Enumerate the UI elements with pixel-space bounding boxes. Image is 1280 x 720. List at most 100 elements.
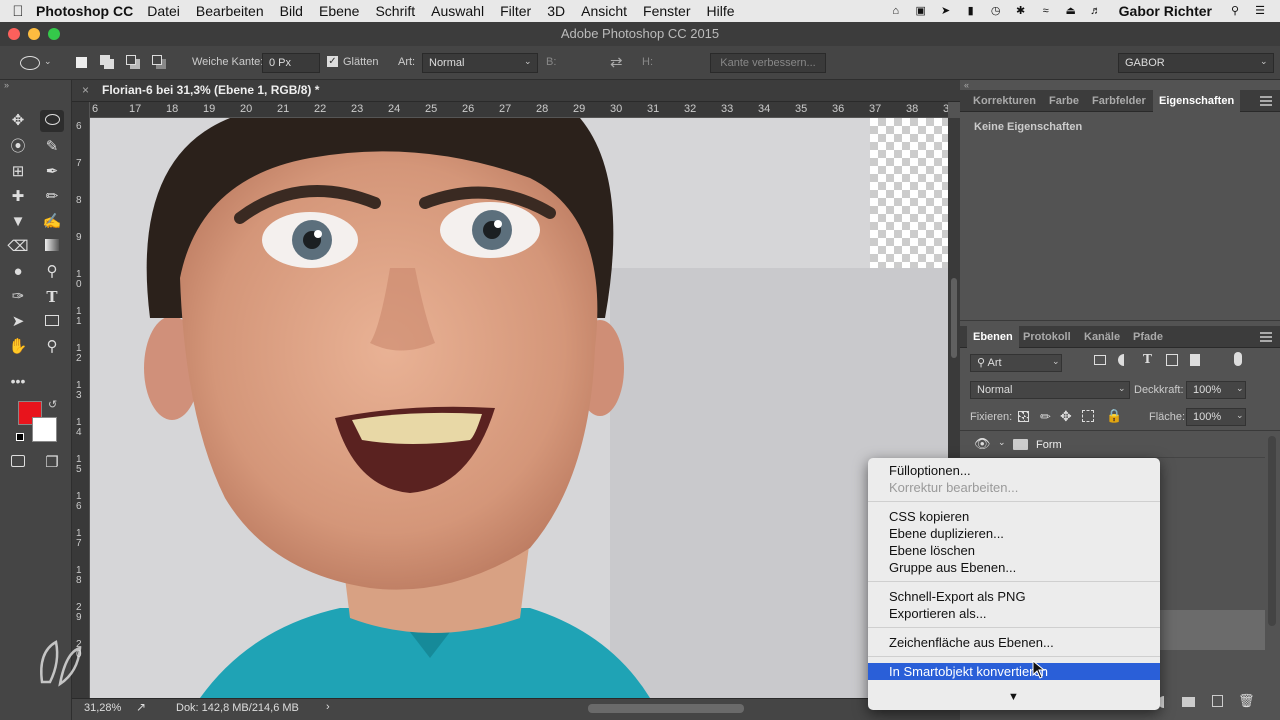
new-group-icon[interactable] [1182, 697, 1195, 707]
filter-shape-icon[interactable] [1166, 354, 1178, 366]
menu-datei[interactable]: Datei [147, 3, 180, 19]
menu-item-gruppe-aus-ebenen[interactable]: Gruppe aus Ebenen... [868, 559, 1160, 576]
document-tab[interactable]: × Florian-6 bei 31,3% (Ebene 1, RGB/8) * [80, 80, 327, 102]
tab-eigenschaften[interactable]: Eigenschaften [1153, 90, 1241, 112]
path-selection-tool-icon[interactable]: ➤ [6, 311, 30, 333]
eraser-tool-icon[interactable]: ⌫ [6, 236, 30, 258]
quick-mask-icon[interactable] [6, 452, 30, 474]
style-select[interactable]: Normal [422, 53, 538, 73]
time-machine-icon[interactable]: ◷ [988, 5, 1004, 17]
default-colors-icon[interactable] [16, 433, 24, 441]
new-selection-icon[interactable] [76, 57, 87, 68]
filter-adjustment-icon[interactable] [1118, 354, 1130, 366]
zoom-window-button[interactable] [48, 28, 60, 40]
menu-ansicht[interactable]: Ansicht [581, 3, 627, 19]
lasso-tool-icon[interactable]: ⦿ [6, 136, 30, 158]
scroll-down-arrow-icon[interactable]: ▼ [1008, 691, 1019, 703]
filter-pixel-icon[interactable] [1094, 355, 1106, 365]
properties-menu-icon[interactable] [1260, 96, 1272, 106]
home-icon[interactable]: ⌂ [888, 5, 904, 17]
forward-icon[interactable]: ➤ [938, 5, 954, 17]
healing-brush-tool-icon[interactable]: ✚ [6, 186, 30, 208]
menu-item-zeichenflaeche-aus-ebenen[interactable]: Zeichenfläche aus Ebenen... [868, 634, 1160, 651]
layers-scrollbar[interactable] [1268, 436, 1276, 626]
menu-item-exportieren-als[interactable]: Exportieren als... [868, 605, 1160, 622]
screen-mode-icon[interactable]: ❐ [40, 452, 64, 474]
notification-list-icon[interactable]: ☰ [1252, 5, 1268, 17]
hand-tool-icon[interactable]: ✋ [6, 336, 30, 358]
swap-colors-icon[interactable]: ↺ [48, 398, 57, 411]
close-window-button[interactable] [8, 28, 20, 40]
close-tab-icon[interactable]: × [82, 80, 89, 100]
more-tools-icon[interactable]: ••• [6, 370, 30, 392]
lock-artboard-icon[interactable] [1082, 410, 1094, 422]
layer-filter-select[interactable]: ⚲ Art [970, 354, 1062, 372]
menu-bearbeiten[interactable]: Bearbeiten [196, 3, 264, 19]
blur-tool-icon[interactable]: ● [6, 261, 30, 283]
tab-ebenen[interactable]: Ebenen [967, 326, 1019, 348]
type-tool-icon[interactable]: T [40, 286, 64, 308]
eyedropper-tool-icon[interactable]: ✒ [40, 161, 64, 183]
menu-auswahl[interactable]: Auswahl [431, 3, 484, 19]
wifi-icon[interactable]: ≈ [1038, 5, 1054, 17]
lock-pixels-icon[interactable]: ✏ [1040, 409, 1051, 425]
scroll-thumb[interactable] [951, 278, 957, 358]
user-name[interactable]: Gabor Richter [1119, 3, 1212, 19]
background-color-swatch[interactable] [32, 417, 57, 442]
blend-mode-select[interactable]: Normal [970, 381, 1130, 399]
app-menu[interactable]: Photoshop CC [36, 3, 133, 19]
antialias-checkbox[interactable]: ✓ [327, 56, 338, 67]
horizontal-scroll-thumb[interactable] [588, 704, 744, 713]
trash-icon[interactable]: 🗑 [1238, 693, 1255, 709]
dodge-tool-icon[interactable]: ⚲ [40, 261, 64, 283]
menu-fenster[interactable]: Fenster [643, 3, 690, 19]
collapse-icon[interactable]: » [4, 80, 9, 90]
crop-tool-icon[interactable]: ⊞ [6, 161, 30, 183]
move-tool-icon[interactable]: ✥ [6, 110, 30, 132]
swap-dimensions-icon[interactable]: ⇄ [610, 53, 623, 71]
layer-row-form[interactable]: 👁 ⌄ Form [960, 432, 1265, 458]
elliptical-marquee-icon[interactable] [20, 56, 40, 70]
chevron-right-icon[interactable]: › [326, 701, 330, 713]
feather-input[interactable]: 0 Px [262, 53, 320, 73]
tab-protokoll[interactable]: Protokoll [1023, 326, 1071, 348]
document-canvas[interactable] [90, 118, 948, 698]
rectangle-tool-icon[interactable] [40, 311, 64, 333]
clone-stamp-tool-icon[interactable]: ▼ [6, 211, 30, 233]
history-brush-tool-icon[interactable]: ✍ [40, 211, 64, 233]
workspace-select[interactable]: GABOR [1118, 53, 1274, 73]
pen-tool-icon[interactable]: ✑ [6, 286, 30, 308]
menu-filter[interactable]: Filter [500, 3, 531, 19]
subtract-selection-icon[interactable] [126, 55, 136, 65]
share-icon[interactable]: ↗ [136, 700, 146, 714]
filter-toggle-switch[interactable] [1234, 352, 1242, 366]
tab-farbe[interactable]: Farbe [1049, 90, 1079, 112]
menu-item-css-kopieren[interactable]: CSS kopieren [868, 508, 1160, 525]
zoom-tool-icon[interactable]: ⚲ [40, 336, 64, 358]
refine-edge-button[interactable]: Kante verbessern... [710, 53, 826, 73]
search-icon[interactable]: ⚲ [1227, 5, 1243, 17]
menu-item-ebene-loeschen[interactable]: Ebene löschen [868, 542, 1160, 559]
bluetooth-icon[interactable]: ✱ [1013, 5, 1029, 17]
layers-menu-icon[interactable] [1260, 332, 1272, 342]
chevron-down-icon[interactable]: ⌄ [998, 437, 1006, 448]
zoom-level[interactable]: 31,28% [84, 702, 121, 714]
menu-schrift[interactable]: Schrift [375, 3, 415, 19]
add-selection-icon[interactable] [100, 55, 110, 65]
menu-item-ebene-duplizieren[interactable]: Ebene duplizieren... [868, 525, 1160, 542]
gradient-tool-icon[interactable] [40, 236, 64, 258]
lock-all-icon[interactable]: 🔒 [1106, 408, 1122, 424]
tab-korrekturen[interactable]: Korrekturen [973, 90, 1036, 112]
elliptical-marquee-tool-icon[interactable] [40, 110, 64, 132]
new-layer-icon[interactable] [1212, 695, 1223, 707]
minimize-window-button[interactable] [28, 28, 40, 40]
menu-item-in-smartobjekt-konvertieren[interactable]: In Smartobjekt konvertieren [868, 663, 1160, 680]
camera-icon[interactable]: ▣ [913, 5, 929, 17]
tab-pfade[interactable]: Pfade [1133, 326, 1163, 348]
menu-hilfe[interactable]: Hilfe [707, 3, 735, 19]
tab-kanaele[interactable]: Kanäle [1084, 326, 1120, 348]
menu-3d[interactable]: 3D [547, 3, 565, 19]
eye-icon[interactable]: 👁 [974, 436, 991, 452]
menu-item-schnell-export-png[interactable]: Schnell-Export als PNG [868, 588, 1160, 605]
chevron-down-icon[interactable]: ⌄ [44, 56, 52, 67]
